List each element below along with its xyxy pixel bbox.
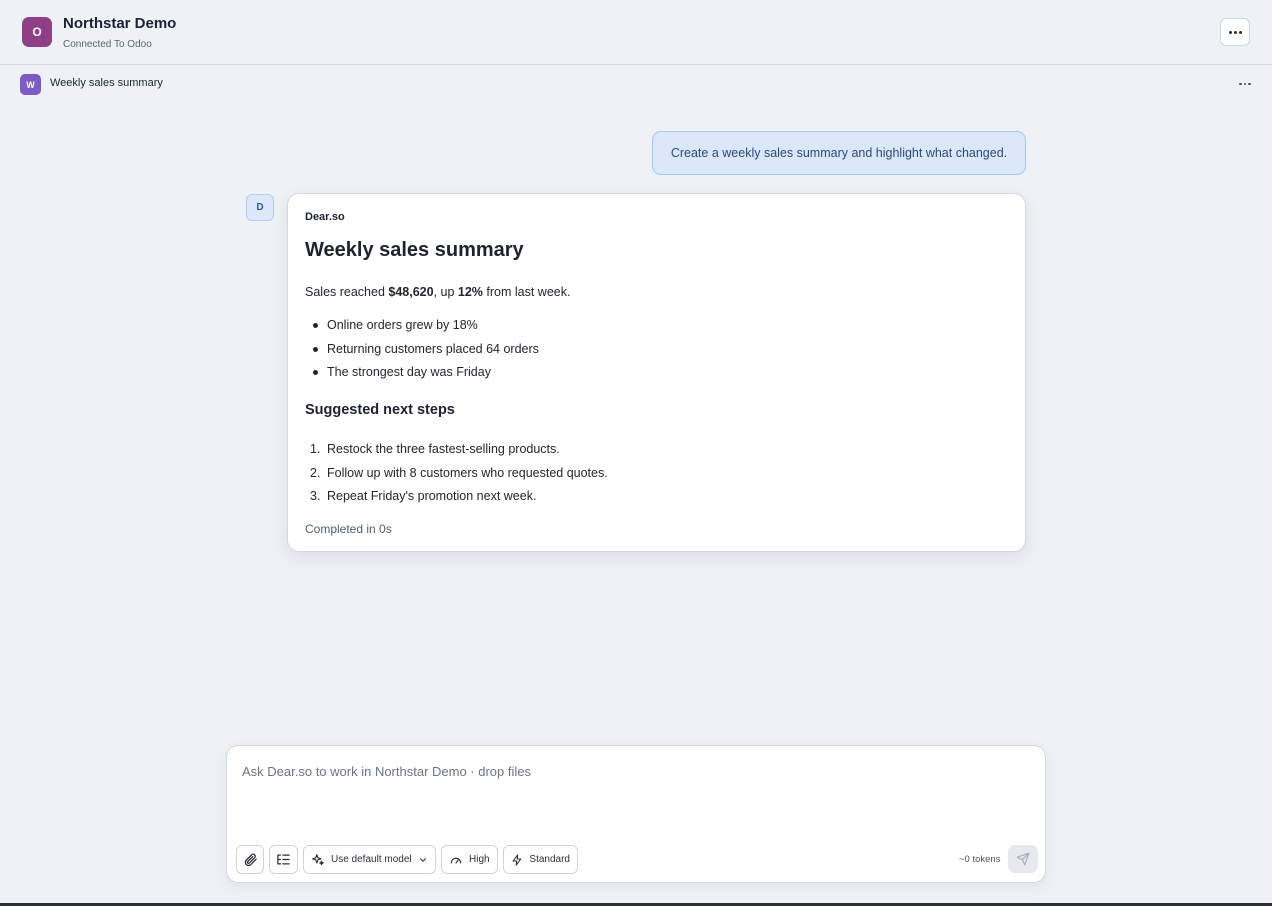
summary-amount: $48,620: [388, 285, 434, 299]
summary-paragraph: Sales reached $48,620, up 12% from last …: [305, 285, 570, 299]
summary-prefix: Sales reached: [305, 285, 389, 299]
message-input[interactable]: [242, 764, 1022, 824]
effort-button[interactable]: High: [441, 845, 498, 874]
assistant-avatar: D: [246, 194, 274, 221]
response-heading: Weekly sales summary: [305, 239, 524, 261]
step-text: Follow up with 8 customers who requested…: [327, 465, 608, 480]
completion-status: Completed in 0s: [305, 522, 392, 536]
chat-header: W Weekly sales summary: [0, 66, 1272, 102]
paperclip-icon: [244, 853, 257, 867]
highlights-list: Online orders grew by 18% Returning cust…: [305, 317, 539, 388]
outline-button[interactable]: [269, 845, 298, 874]
summary-middle: , up: [433, 285, 458, 299]
step-text: Repeat Friday's promotion next week.: [327, 489, 537, 503]
list-item: The strongest day was Friday: [305, 364, 539, 388]
workspace-title: Northstar Demo: [63, 15, 177, 32]
attach-button[interactable]: [236, 845, 264, 874]
workspace-subtitle: Connected To Odoo: [63, 39, 152, 50]
speed-label: Standard: [529, 854, 570, 865]
more-horizontal-icon: [1228, 30, 1242, 34]
list-item: Online orders grew by 18%: [305, 317, 539, 341]
chat-avatar: W: [20, 74, 41, 95]
summary-suffix: from last week.: [482, 285, 571, 299]
send-icon: [1016, 852, 1030, 866]
list-outline-icon: [277, 854, 290, 865]
token-count: ~0 tokens: [959, 854, 1001, 865]
list-item: Returning customers placed 64 orders: [305, 341, 539, 365]
lightning-icon: [512, 853, 522, 866]
message-composer: Use default model High Standard ~0 token…: [226, 745, 1046, 883]
chat-title: Weekly sales summary: [50, 77, 163, 89]
send-button[interactable]: [1008, 845, 1038, 873]
list-item: 2. Follow up with 8 customers who request…: [305, 465, 608, 489]
workspace-menu-button[interactable]: [1220, 18, 1250, 46]
user-message-bubble: Create a weekly sales summary and highli…: [652, 131, 1026, 175]
step-number: 3.: [310, 489, 321, 503]
speed-button[interactable]: Standard: [503, 845, 578, 874]
chat-menu-button[interactable]: [1236, 76, 1254, 92]
model-select-label: Use default model: [331, 854, 412, 865]
gauge-icon: [450, 857, 462, 863]
next-steps-heading: Suggested next steps: [305, 402, 455, 418]
list-item: 3. Repeat Friday's promotion next week.: [305, 488, 608, 512]
model-select[interactable]: Use default model: [303, 845, 436, 874]
chevron-down-icon: [419, 857, 426, 862]
user-message-text: Create a weekly sales summary and highli…: [670, 146, 1008, 160]
sparkle-icon: [312, 853, 324, 865]
workspace-header: O Northstar Demo Connected To Odoo: [0, 0, 1272, 65]
list-item: 1. Restock the three fastest-selling prod…: [305, 441, 608, 465]
summary-percent: 12%: [457, 285, 483, 299]
workspace-avatar: O: [22, 17, 52, 47]
assistant-name: Dear.so: [305, 211, 345, 223]
step-number: 2.: [310, 465, 321, 480]
step-text: Restock the three fastest-selling produc…: [327, 442, 560, 456]
more-horizontal-icon: [1239, 82, 1251, 86]
effort-label: High: [469, 854, 490, 865]
step-number: 1.: [310, 442, 321, 456]
next-steps-list: 1. Restock the three fastest-selling prod…: [305, 441, 608, 512]
assistant-message-card: Dear.so Weekly sales summary Sales reach…: [287, 193, 1026, 552]
